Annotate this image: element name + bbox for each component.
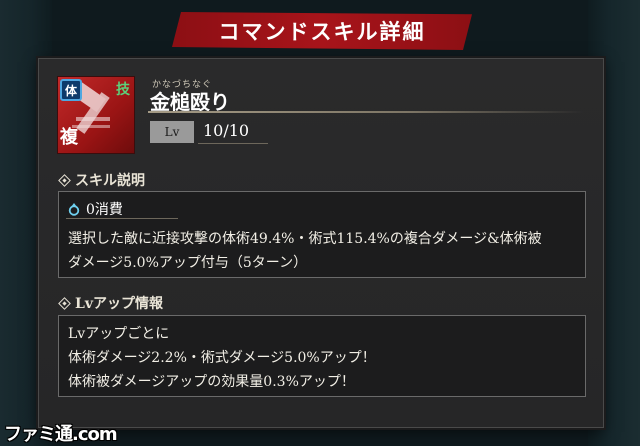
skill-icon: 体 技 複 <box>57 76 135 154</box>
levelup-line: 体術ダメージ2.2%・術式ダメージ5.0%アップ！ <box>68 350 376 366</box>
cost-divider <box>66 218 178 219</box>
drop-icon <box>68 203 80 216</box>
cost-line: 0消費 <box>68 199 123 219</box>
description-line: ダメージ5.0%アップ付与（5ターン） <box>68 255 308 271</box>
levelup-heading: Lvアップ情報 <box>58 293 163 313</box>
levelup-line: Lvアップごとに <box>68 326 170 342</box>
diamond-icon <box>58 296 71 310</box>
levelup-line: 体術被ダメージアップの効果量0.3%アップ！ <box>68 374 355 390</box>
diamond-icon <box>58 173 71 187</box>
level-value: 10/10 <box>203 121 250 140</box>
dialog-title: コマンドスキル詳細 <box>218 19 426 44</box>
description-heading: スキル説明 <box>58 170 145 190</box>
cost-text: 0消費 <box>86 202 123 218</box>
level-divider <box>198 143 268 144</box>
watermark-logo: ファミ通.com <box>4 424 118 445</box>
corner-badge: 技 <box>116 82 130 98</box>
description-line: 選択した敵に近接攻撃の体術49.4%・術式115.4%の複合ダメージ&体術被 <box>68 231 542 247</box>
name-divider <box>148 111 584 113</box>
description-heading-label: スキル説明 <box>75 173 145 189</box>
levelup-heading-label: Lvアップ情報 <box>75 296 163 312</box>
level-label: Lv <box>150 121 194 143</box>
type-badge: 体 <box>60 79 82 101</box>
category-badge: 複 <box>60 127 78 148</box>
